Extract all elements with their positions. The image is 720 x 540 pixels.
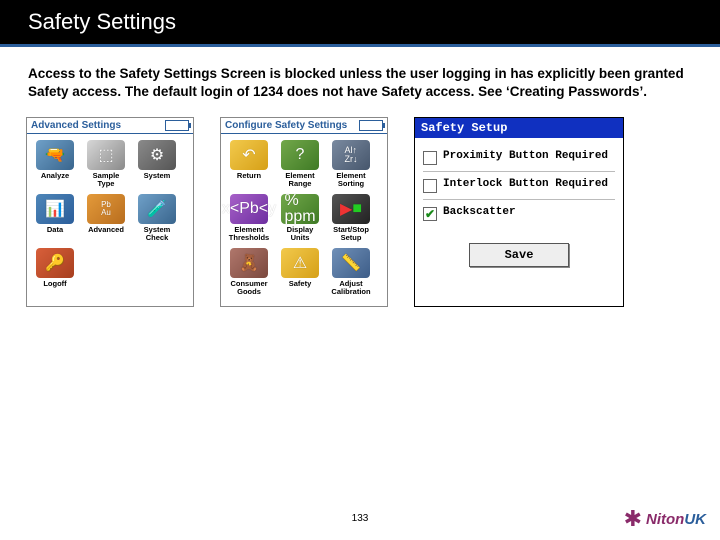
sort-icon: Al↑Zr↓ — [332, 140, 370, 170]
save-button[interactable]: Save — [469, 243, 569, 267]
screenshot-row: Advanced Settings 🔫Analyze ⬚Sample Type … — [0, 111, 720, 307]
item-system[interactable]: ⚙System — [133, 140, 181, 192]
safety-setup-dialog: Safety Setup Proximity Button Required I… — [414, 117, 624, 307]
item-return[interactable]: ↶Return — [225, 140, 273, 192]
panel-a-divider — [27, 133, 193, 134]
option-proximity[interactable]: Proximity Button Required — [423, 146, 615, 169]
sample-type-icon: ⬚ — [87, 140, 125, 170]
thresholds-icon: x<Pb<y — [230, 194, 268, 224]
dialog-title: Safety Setup — [415, 118, 623, 138]
brand-logo: ✱ NitonUK — [624, 506, 706, 532]
panel-advanced-settings: Advanced Settings 🔫Analyze ⬚Sample Type … — [26, 117, 194, 307]
system-icon: ⚙ — [138, 140, 176, 170]
logo-atom-icon: ✱ — [624, 506, 642, 532]
item-display-units[interactable]: %ppmDisplay Units — [276, 194, 324, 246]
data-icon: 📊 — [36, 194, 74, 224]
slide-body-text: Access to the Safety Settings Screen is … — [0, 47, 720, 111]
system-check-icon: 🧪 — [138, 194, 176, 224]
slide-title-bar: Safety Settings — [0, 0, 720, 44]
option-divider — [423, 199, 615, 200]
label-interlock: Interlock Button Required — [443, 178, 608, 191]
battery-icon — [165, 120, 189, 131]
label-proximity: Proximity Button Required — [443, 150, 608, 163]
item-adjust-calibration[interactable]: 📏Adjust Calibration — [327, 248, 375, 300]
checkbox-interlock[interactable] — [423, 179, 437, 193]
item-consumer-goods[interactable]: 🧸Consumer Goods — [225, 248, 273, 300]
item-safety[interactable]: ⚠Safety — [276, 248, 324, 300]
units-icon: %ppm — [281, 194, 319, 224]
key-icon: 🔑 — [36, 248, 74, 278]
item-analyze[interactable]: 🔫Analyze — [31, 140, 79, 192]
option-divider — [423, 171, 615, 172]
warning-icon: ⚠ — [281, 248, 319, 278]
item-system-check[interactable]: 🧪System Check — [133, 194, 181, 246]
option-backscatter[interactable]: Backscatter — [423, 202, 615, 225]
calibration-icon: 📏 — [332, 248, 370, 278]
item-sample-type[interactable]: ⬚Sample Type — [82, 140, 130, 192]
analyzer-icon: 🔫 — [36, 140, 74, 170]
return-arrow-icon: ↶ — [230, 140, 268, 170]
dialog-footer: Save — [423, 225, 615, 275]
panel-b-grid: ↶Return ?Element Range Al↑Zr↓Element Sor… — [221, 137, 387, 306]
item-element-sorting[interactable]: Al↑Zr↓Element Sorting — [327, 140, 375, 192]
slide-title: Safety Settings — [28, 9, 176, 35]
label-backscatter: Backscatter — [443, 206, 516, 219]
panel-b-divider — [221, 133, 387, 134]
panel-a-title: Advanced Settings — [31, 120, 121, 131]
item-logoff[interactable]: 🔑Logoff — [31, 248, 79, 300]
advanced-icon: PbAu — [87, 194, 125, 224]
checkbox-backscatter[interactable] — [423, 207, 437, 221]
item-advanced[interactable]: PbAuAdvanced — [82, 194, 130, 246]
page-number: 133 — [0, 513, 720, 524]
checkbox-proximity[interactable] — [423, 151, 437, 165]
item-element-thresholds[interactable]: x<Pb<yElement Thresholds — [225, 194, 273, 246]
battery-icon — [359, 120, 383, 131]
start-stop-icon: ▶■ — [332, 194, 370, 224]
panel-a-grid: 🔫Analyze ⬚Sample Type ⚙System 📊Data PbAu… — [27, 137, 193, 306]
item-start-stop[interactable]: ▶■Start/Stop Setup — [327, 194, 375, 246]
item-element-range[interactable]: ?Element Range — [276, 140, 324, 192]
logo-text: NitonUK — [646, 511, 706, 528]
panel-b-title: Configure Safety Settings — [225, 120, 347, 131]
panel-b-header: Configure Safety Settings — [221, 118, 387, 133]
panel-configure-safety: Configure Safety Settings ↶Return ?Eleme… — [220, 117, 388, 307]
option-interlock[interactable]: Interlock Button Required — [423, 174, 615, 197]
consumer-goods-icon: 🧸 — [230, 248, 268, 278]
item-data[interactable]: 📊Data — [31, 194, 79, 246]
dialog-body: Proximity Button Required Interlock Butt… — [415, 138, 623, 281]
panel-a-header: Advanced Settings — [27, 118, 193, 133]
question-icon: ? — [281, 140, 319, 170]
